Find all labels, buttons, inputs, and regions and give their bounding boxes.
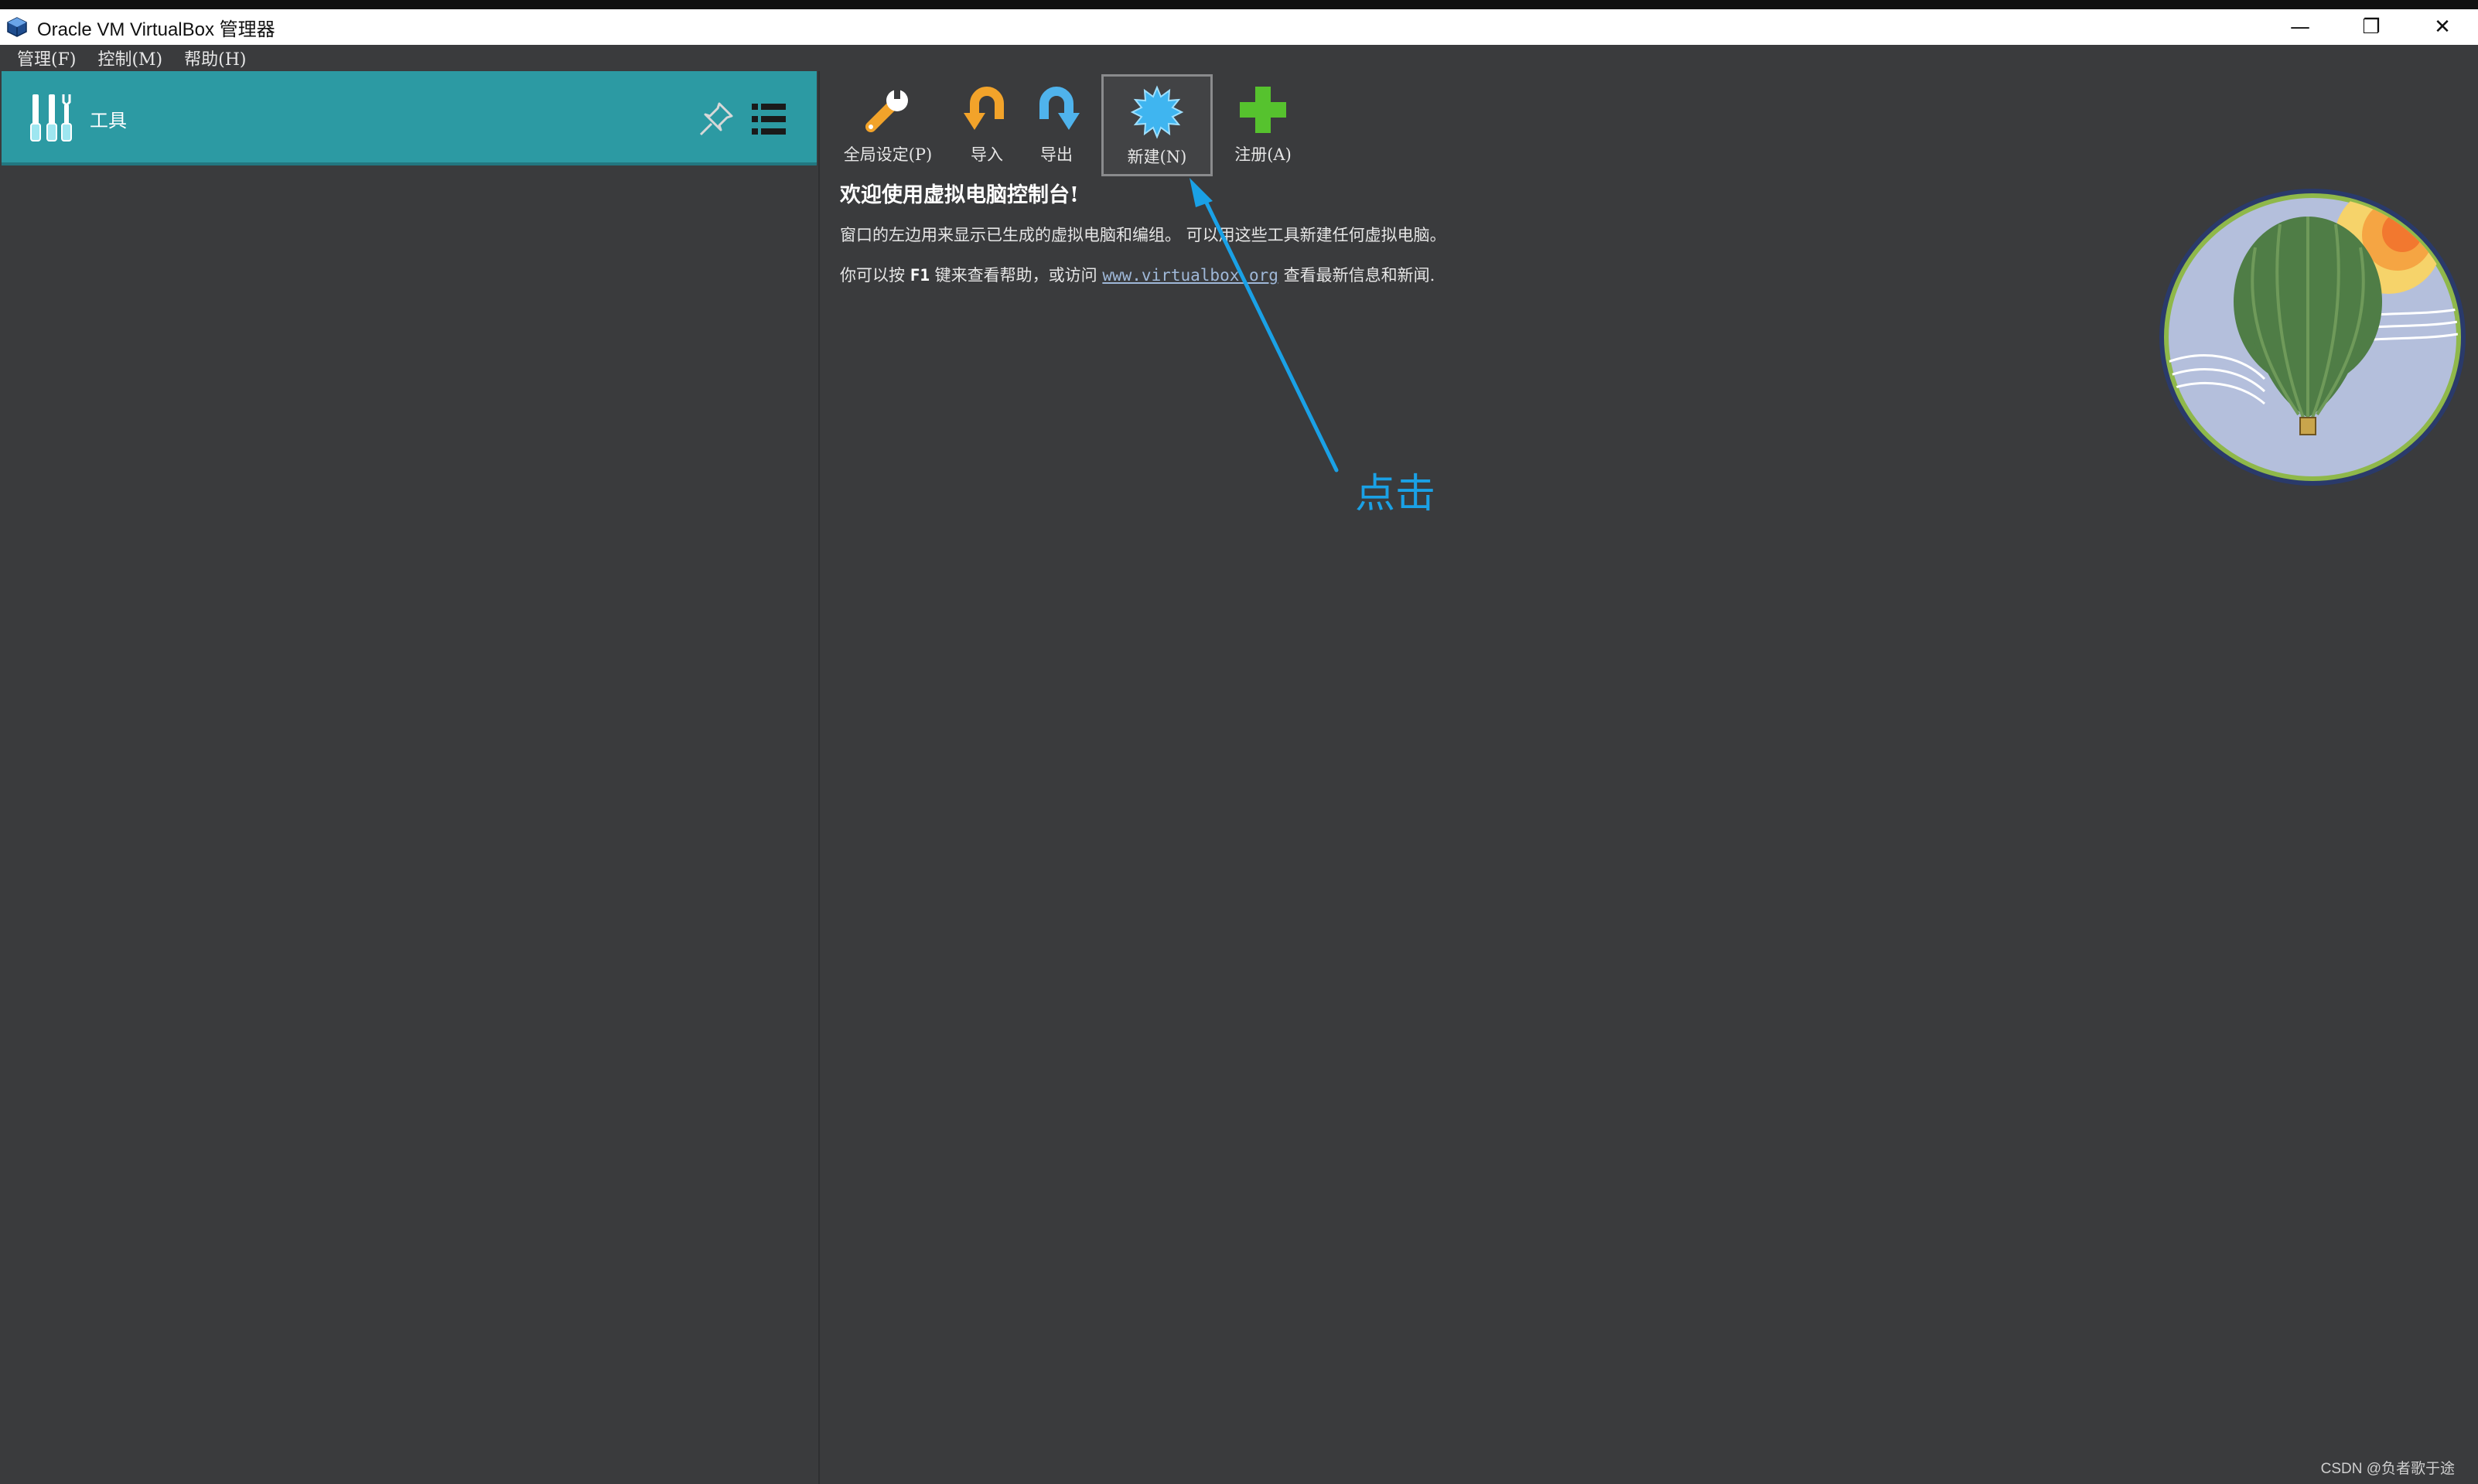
virtualbox-app-icon (7, 17, 27, 37)
list-menu-icon[interactable] (749, 99, 789, 139)
welcome-title: 欢迎使用虚拟电脑控制台! (840, 183, 1079, 207)
global-settings-button[interactable]: 全局设定(P) (835, 74, 940, 176)
global-settings-label: 全局设定(P) (843, 145, 933, 164)
export-label: 导出 (1040, 145, 1073, 164)
close-button[interactable]: ✕ (2407, 9, 2478, 45)
menu-bar: 管理(F) 控制(M) 帮助(H) (0, 45, 2478, 71)
hot-air-balloon-logo (2159, 189, 2466, 486)
wrench-icon (865, 87, 908, 132)
add-plus-icon (1240, 87, 1286, 133)
window-controls: — ❐ ✕ (2265, 9, 2478, 45)
help-suffix: 查看最新信息和新闻. (1283, 266, 1435, 285)
welcome-description: 窗口的左边用来显示已生成的虚拟电脑和编组。 可以用这些工具新建任何虚拟电脑。 (840, 226, 1446, 244)
new-starburst-icon (1130, 85, 1184, 139)
main-toolbar: 全局设定(P) 导入 导出 新建(N) 注册(A) (835, 74, 1306, 183)
import-label: 导入 (971, 145, 1003, 164)
virtualbox-website-link[interactable]: www.virtualbox.org (1102, 266, 1278, 285)
register-button[interactable]: 注册(A) (1220, 74, 1306, 176)
export-arrow-icon (1039, 87, 1080, 130)
export-button[interactable]: 导出 (1026, 74, 1087, 176)
welcome-help-line: 你可以按 F1 键来查看帮助，或访问 www.virtualbox.org 查看… (840, 263, 1435, 286)
minimize-button[interactable]: — (2265, 9, 2336, 45)
title-bar: Oracle VM VirtualBox 管理器 — ❐ ✕ (0, 9, 2478, 45)
register-label: 注册(A) (1234, 145, 1292, 164)
menu-manage[interactable]: 管理(F) (17, 46, 76, 70)
tools-icon (30, 94, 72, 142)
import-button[interactable]: 导入 (956, 74, 1018, 176)
menu-control[interactable]: 控制(M) (97, 46, 162, 70)
new-machine-button[interactable]: 新建(N) (1101, 74, 1213, 176)
csdn-watermark: CSDN @负者歌于途 (2320, 1461, 2455, 1477)
virtualbox-manager-window: Oracle VM VirtualBox 管理器 — ❐ ✕ 管理(F) 控制(… (0, 0, 2478, 1484)
help-middle: 键来查看帮助，或访问 (934, 266, 1097, 285)
import-arrow-icon (964, 87, 1004, 130)
details-pane: 全局设定(P) 导入 导出 新建(N) 注册(A) 欢迎使用虚拟电脑控制台! 窗… (820, 71, 2478, 1484)
help-prefix: 你可以按 (840, 266, 905, 285)
menu-help[interactable]: 帮助(H) (184, 46, 246, 70)
window-title: Oracle VM VirtualBox 管理器 (37, 19, 275, 40)
tools-label: 工具 (90, 110, 127, 131)
restore-button[interactable]: ❐ (2336, 9, 2407, 45)
new-machine-label: 新建(N) (1127, 148, 1187, 166)
pin-icon[interactable] (696, 99, 736, 139)
f1-key: F1 (910, 266, 930, 285)
tools-header[interactable]: 工具 (2, 71, 817, 165)
machine-list-pane: 工具 (0, 71, 820, 1484)
top-border (0, 0, 2478, 9)
annotation-click-label: 点击 (1355, 471, 1436, 517)
